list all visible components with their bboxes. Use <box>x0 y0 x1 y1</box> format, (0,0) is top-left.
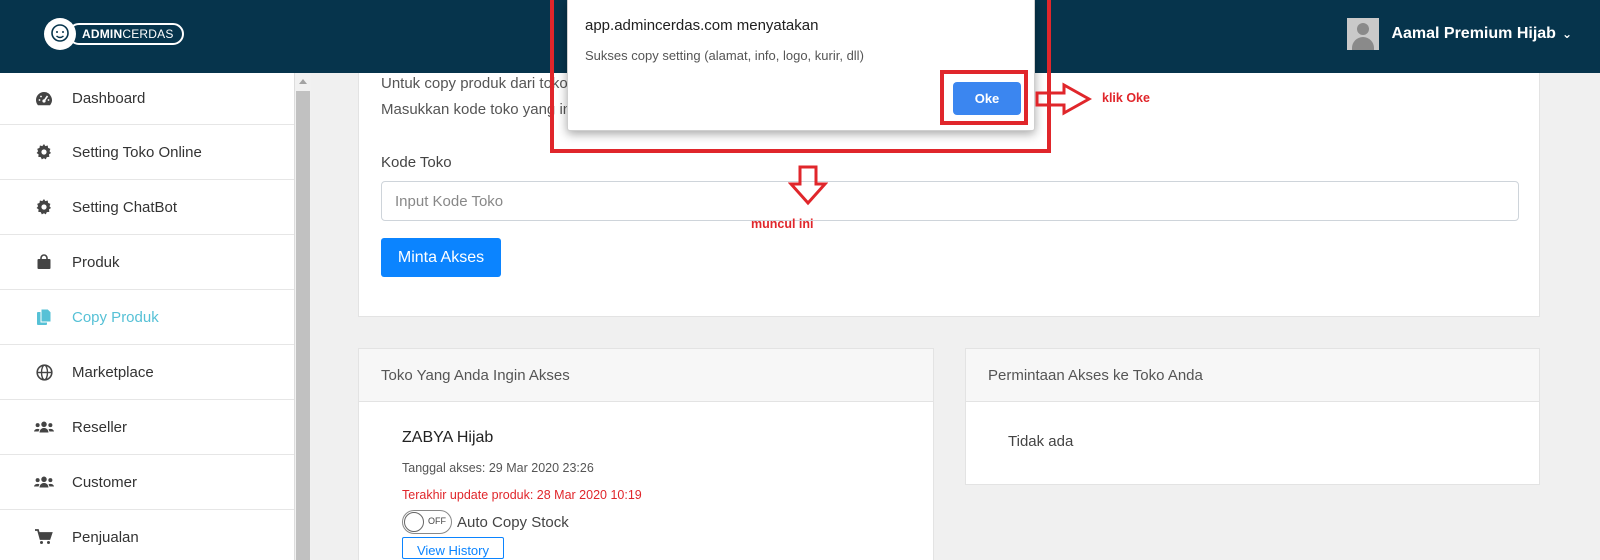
sidebar-item-label: Setting Toko Online <box>72 143 202 161</box>
sidebar-item-label: Penjualan <box>72 528 139 546</box>
dashboard-icon <box>34 89 54 109</box>
shop-name: ZABYA Hijab <box>402 429 494 446</box>
incoming-requests-card: Permintaan Akses ke Toko Anda Tidak ada <box>965 348 1540 485</box>
access-date: Tanggal akses: 29 Mar 2020 23:26 <box>402 461 594 475</box>
minta-akses-button[interactable]: Minta Akses <box>381 238 501 277</box>
cart-icon <box>34 527 54 547</box>
user-menu[interactable]: Aamal Premium Hijab ⌄ <box>1347 18 1572 50</box>
sidebar-item-marketplace[interactable]: Marketplace <box>0 345 294 400</box>
target-shop-card: Toko Yang Anda Ingin Akses ZABYA Hijab T… <box>358 348 934 560</box>
gear-icon <box>34 197 54 217</box>
ok-highlight-box <box>940 70 1028 125</box>
chevron-down-icon: ⌄ <box>1561 27 1572 41</box>
sidebar-item-label: Marketplace <box>72 363 154 381</box>
sidebar-item-customer[interactable]: Customer <box>0 455 294 510</box>
sidebar-item-copy-produk[interactable]: Copy Produk <box>0 290 294 345</box>
logo-wordmark: ADMIN CERDAS <box>68 23 184 45</box>
gear-icon <box>34 142 54 162</box>
sidebar-item-setting-chatbot[interactable]: Setting ChatBot <box>0 180 294 235</box>
sidebar-item-label: Dashboard <box>72 90 146 107</box>
sidebar-item-label: Copy Produk <box>72 308 159 326</box>
users-icon <box>34 417 54 437</box>
sidebar-item-label: Produk <box>72 253 120 271</box>
empty-state-text: Tidak ada <box>1008 433 1074 450</box>
scrollbar-thumb[interactable] <box>296 91 310 560</box>
arrow-right-icon <box>1035 82 1092 116</box>
toggle-state: OFF <box>428 516 446 526</box>
kode-toko-label: Kode Toko <box>381 154 452 171</box>
scroll-up-arrow-icon[interactable] <box>299 79 307 84</box>
users-icon <box>34 472 54 492</box>
annotation-appears: muncul ini <box>751 217 814 231</box>
sidebar-item-reseller[interactable]: Reseller <box>0 400 294 455</box>
sidebar-item-label: Reseller <box>72 418 128 436</box>
kode-toko-input[interactable] <box>381 181 1519 221</box>
toggle-knob <box>404 512 424 532</box>
user-name: Aamal Premium Hijab <box>1391 25 1556 42</box>
shopping-bag-icon <box>34 252 54 272</box>
sidebar-item-penjualan[interactable]: Penjualan <box>0 510 294 560</box>
card-header: Toko Yang Anda Ingin Akses <box>359 349 933 402</box>
sidebar-item-dashboard[interactable]: Dashboard <box>0 73 294 125</box>
sidebar-item-label: Setting ChatBot <box>72 198 178 216</box>
sidebar-item-setting-toko-online[interactable]: Setting Toko Online <box>0 125 294 180</box>
sidebar: Dashboard Setting Toko Online Setting Ch… <box>0 73 295 560</box>
admincerdas-logo[interactable]: ADMIN CERDAS <box>44 18 184 50</box>
view-history-button[interactable]: View History <box>402 537 504 559</box>
sidebar-scrollbar[interactable] <box>295 73 311 560</box>
copy-icon <box>34 307 54 327</box>
logo-face-icon <box>44 18 76 50</box>
last-update: Terakhir update produk: 28 Mar 2020 10:1… <box>402 488 642 502</box>
globe-icon <box>34 362 54 382</box>
card-header: Permintaan Akses ke Toko Anda <box>966 349 1539 402</box>
sidebar-item-produk[interactable]: Produk <box>0 235 294 290</box>
annotation-click-ok: klik Oke <box>1102 91 1150 105</box>
sidebar-item-label: Customer <box>72 473 138 491</box>
user-avatar-icon <box>1347 18 1380 50</box>
auto-copy-stock-row: OFF Auto Copy Stock <box>402 509 569 535</box>
auto-copy-stock-toggle[interactable]: OFF <box>402 510 452 534</box>
arrow-down-icon <box>788 165 828 206</box>
auto-copy-stock-label: Auto Copy Stock <box>457 513 569 531</box>
